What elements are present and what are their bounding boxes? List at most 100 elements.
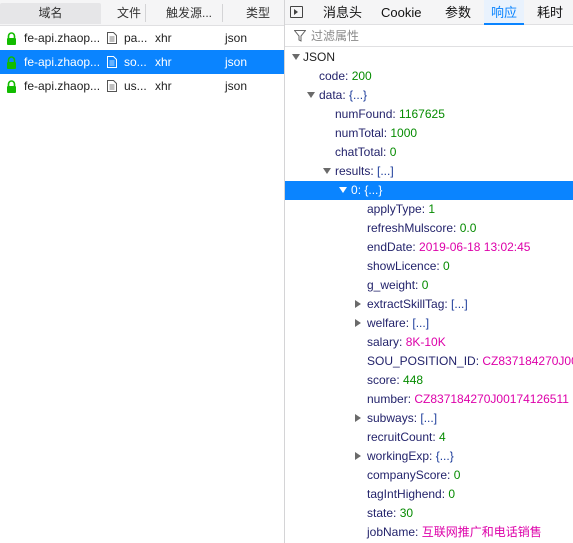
json-value: 1 [428, 202, 436, 216]
request-row[interactable]: fe-api.zhaop... us... xhr json [0, 74, 284, 98]
json-key: recruitCount [367, 430, 433, 444]
json-colon: : [415, 525, 422, 539]
request-cause: xhr [155, 31, 172, 45]
json-node-selected[interactable]: 0: {...} [285, 181, 573, 200]
json-node[interactable]: numFound: 1167625 [285, 105, 573, 124]
json-node[interactable]: subways: [...] [285, 409, 573, 428]
json-value: 8K-10K [405, 335, 446, 349]
json-value: 0 [448, 487, 456, 501]
chevron-down-icon[interactable] [339, 187, 347, 193]
json-node[interactable]: score: 448 [285, 371, 573, 390]
json-node[interactable]: companyScore: 0 [285, 466, 573, 485]
json-node[interactable]: data: {...} [285, 86, 573, 105]
tab-timings[interactable]: 耗时 [537, 0, 567, 25]
request-list-panel: 域名 文件 触发源... 类型 fe-api.zhaop... pa... xh… [0, 0, 284, 543]
json-key: chatTotal [335, 145, 384, 159]
filter-icon [294, 30, 306, 42]
json-value: [...] [412, 316, 430, 330]
json-node[interactable]: tagIntHighend: 0 [285, 485, 573, 504]
json-node[interactable]: refreshMulscore: 0.0 [285, 219, 573, 238]
tab-response[interactable]: 响应 [484, 0, 524, 25]
json-value: 4 [439, 430, 446, 444]
document-icon [107, 32, 117, 44]
column-header-cause[interactable]: 触发源... [155, 4, 223, 22]
json-key: tagIntHighend [367, 487, 442, 501]
chevron-right-icon[interactable] [355, 452, 361, 460]
property-filter-input[interactable] [311, 26, 561, 46]
json-node[interactable]: results: [...] [285, 162, 573, 181]
json-value: [...] [420, 411, 438, 425]
chevron-down-icon[interactable] [307, 92, 315, 98]
request-domain: fe-api.zhaop... [24, 79, 101, 93]
request-row-selected[interactable]: fe-api.zhaop... so... xhr json [0, 50, 284, 74]
request-cause: xhr [155, 55, 172, 69]
chevron-down-icon[interactable] [292, 54, 300, 60]
request-domain: fe-api.zhaop... [24, 31, 101, 45]
json-node[interactable]: extractSkillTag: [...] [285, 295, 573, 314]
json-key: state [367, 506, 394, 520]
json-root-node[interactable]: JSON [285, 48, 573, 67]
request-file: so... [124, 55, 147, 69]
json-key: data [319, 88, 343, 102]
request-file: pa... [124, 31, 148, 45]
document-icon [107, 56, 117, 68]
column-header-file[interactable]: 文件 [110, 4, 146, 22]
property-filter-bar [285, 25, 573, 47]
json-value: 200 [351, 69, 372, 83]
json-key: refreshMulscore [367, 221, 454, 235]
json-node[interactable]: SOU_POSITION_ID: CZ837184270J00174126511 [285, 352, 573, 371]
json-key: welfare [367, 316, 406, 330]
json-node[interactable]: recruitCount: 4 [285, 428, 573, 447]
json-colon: : [429, 449, 436, 463]
json-key: results [335, 164, 371, 178]
json-value: 1167625 [399, 107, 445, 121]
json-colon: : [393, 506, 400, 520]
request-list-header: 域名 文件 触发源... 类型 [0, 0, 284, 26]
json-key: numTotal [335, 126, 384, 140]
chevron-right-icon[interactable] [355, 300, 361, 308]
request-details-panel: 消息头 Cookie 参数 响应 耗时 JSONcode: 200data: {… [285, 0, 573, 543]
json-node[interactable]: workingExp: {...} [285, 447, 573, 466]
json-node[interactable]: code: 200 [285, 67, 573, 86]
json-key: jobName [367, 525, 416, 539]
chevron-right-icon[interactable] [355, 414, 361, 422]
json-node[interactable]: welfare: [...] [285, 314, 573, 333]
json-key: numFound [335, 107, 393, 121]
json-colon: : [396, 373, 404, 387]
json-node[interactable]: chatTotal: 0 [285, 143, 573, 162]
lock-icon [7, 32, 16, 45]
json-colon: : [399, 335, 406, 349]
tab-params[interactable]: 参数 [445, 0, 471, 25]
json-value: 2019-06-18 13:02:45 [419, 240, 531, 254]
chevron-right-icon[interactable] [355, 319, 361, 327]
tab-headers[interactable]: 消息头 [323, 0, 363, 25]
tab-cookies[interactable]: Cookie [381, 0, 427, 25]
json-value: 0 [389, 145, 397, 159]
request-domain: fe-api.zhaop... [24, 55, 101, 69]
panel-toggle-icon[interactable] [290, 6, 303, 18]
json-node[interactable]: number: CZ837184270J00174126511 [285, 390, 573, 409]
json-key: SOU_POSITION_ID [367, 354, 476, 368]
chevron-down-icon[interactable] [323, 168, 331, 174]
request-type: json [225, 55, 248, 69]
json-value: 30 [399, 506, 414, 520]
json-node[interactable]: showLicence: 0 [285, 257, 573, 276]
json-key: code [319, 69, 346, 83]
request-row[interactable]: fe-api.zhaop... pa... xhr json [0, 26, 284, 50]
json-node[interactable]: salary: 8K-10K [285, 333, 573, 352]
json-value: 448 [403, 373, 424, 387]
column-header-type[interactable]: 类型 [230, 0, 284, 26]
json-colon: : [383, 145, 390, 159]
json-node[interactable]: numTotal: 1000 [285, 124, 573, 143]
json-node[interactable]: endDate: 2019-06-18 13:02:45 [285, 238, 573, 257]
column-header-domain[interactable]: 域名 [0, 3, 101, 24]
json-key: endDate [367, 240, 413, 254]
json-value: 互联网推广和电话销售 [421, 525, 542, 539]
json-node[interactable]: jobName: 互联网推广和电话销售 [285, 523, 573, 542]
json-node[interactable]: applyType: 1 [285, 200, 573, 219]
json-key: 0 [351, 183, 358, 197]
json-node[interactable]: g_weight: 0 [285, 276, 573, 295]
json-value: CZ837184270J00174126511 [414, 392, 569, 406]
json-node[interactable]: state: 30 [285, 504, 573, 523]
json-value: [...] [451, 297, 468, 311]
